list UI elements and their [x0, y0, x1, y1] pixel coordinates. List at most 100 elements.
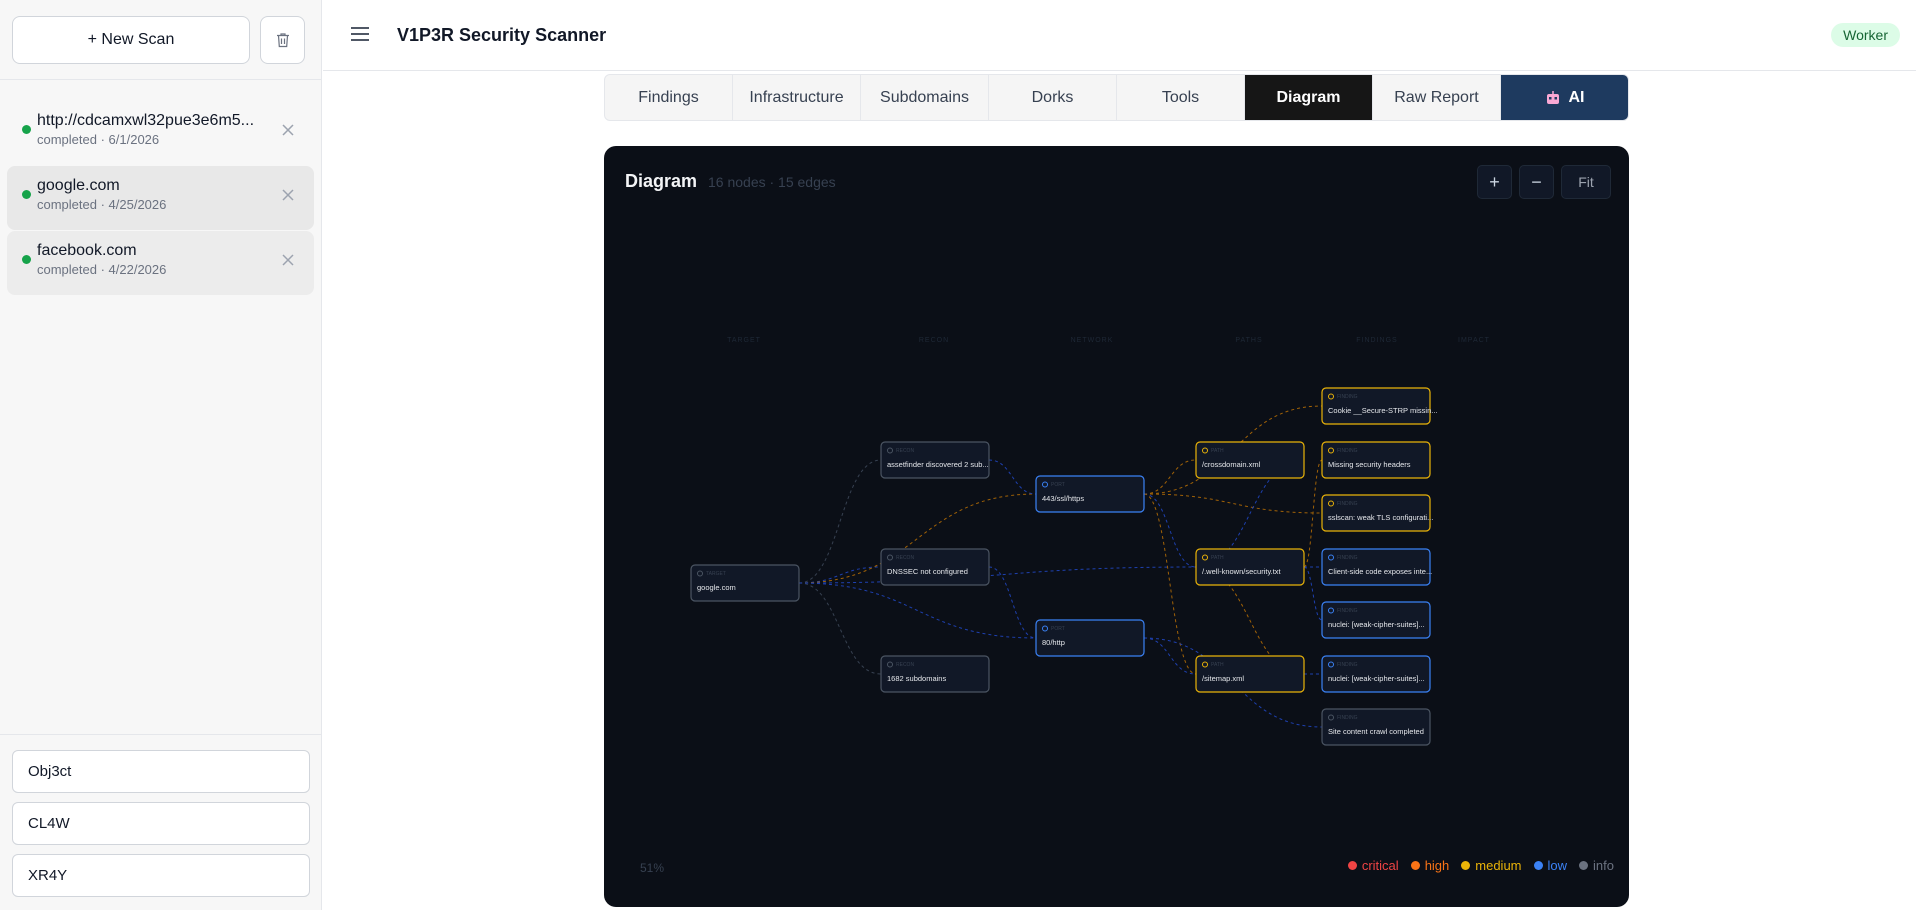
delete-all-button[interactable]	[260, 15, 305, 64]
graph-node-r1[interactable]: RECON assetfinder discovered 2 sub...	[880, 441, 990, 479]
node-label: sslscan: weak TLS configurati...	[1328, 513, 1433, 522]
status-dot	[22, 190, 31, 199]
node-label: 1682 subdomains	[887, 674, 946, 683]
menu-icon[interactable]	[351, 26, 369, 42]
scan-item[interactable]: http://cdcamxwl32pue3e6m5... completed ·…	[7, 101, 314, 165]
node-kind: FINDING	[1337, 394, 1358, 400]
node-kind: FINDING	[1337, 501, 1358, 507]
graph-node-path3[interactable]: PATH/sitemap.xml	[1195, 655, 1305, 693]
node-label: google.com	[697, 583, 736, 592]
tab-ai[interactable]: AI	[1501, 75, 1628, 120]
graph-node-path1[interactable]: PATH/crossdomain.xml	[1195, 441, 1305, 479]
node-label: Cookie __Secure-STRP missin...	[1328, 406, 1438, 415]
report-tabs: Findings Infrastructure Subdomains Dorks…	[604, 74, 1629, 121]
worker-badge: Worker	[1831, 23, 1900, 47]
graph-node-f1[interactable]: FINDING Cookie __Secure-STRP missin...	[1321, 387, 1438, 425]
close-icon[interactable]	[280, 187, 296, 203]
node-kind: PATH	[1211, 662, 1224, 668]
trash-icon	[276, 32, 289, 47]
graph-edge	[798, 566, 882, 584]
graph-edge	[988, 566, 1037, 639]
node-kind: RECON	[896, 555, 914, 561]
graph-node-f6[interactable]: FINDING nuclei: [weak-cipher-suites]...	[1321, 655, 1431, 693]
diagram-panel: Diagram 16 nodes · 15 edges + − Fit TARG…	[604, 146, 1629, 907]
diagram-canvas[interactable]: TARGET RECON NETWORK PATHS FINDINGS IMPACT TAR…	[604, 146, 1629, 907]
graph-node-f5[interactable]: FINDING nuclei: [weak-cipher-suites]...	[1321, 601, 1431, 639]
node-label: assetfinder discovered 2 sub...	[887, 460, 989, 469]
node-label: Missing security headers	[1328, 460, 1411, 469]
status-dot	[22, 255, 31, 264]
graph-node-target[interactable]: TARGET google.com	[690, 564, 800, 602]
graph-edge	[1143, 637, 1197, 675]
graph-node-p443[interactable]: PORT 443/ssl/https	[1035, 475, 1145, 513]
legend-high: high	[1410, 858, 1449, 873]
top-header: V1P3R Security Scanner Worker	[323, 0, 1916, 71]
graph-edge	[798, 459, 882, 584]
robot-icon	[1546, 90, 1559, 104]
column-label: FINDINGS	[1356, 337, 1397, 344]
node-label: 80/http	[1042, 638, 1065, 647]
tab-tools[interactable]: Tools	[1117, 75, 1245, 120]
new-scan-label: + New Scan	[87, 30, 175, 48]
node-label: /sitemap.xml	[1202, 674, 1244, 683]
legend-medium: medium	[1461, 858, 1522, 873]
node-label: DNSSEC not configured	[887, 567, 968, 576]
tab-dorks[interactable]: Dorks	[989, 75, 1117, 120]
graph-node-f2[interactable]: FINDING Missing security headers	[1321, 441, 1431, 479]
node-kind: FINDING	[1337, 608, 1358, 614]
zoom-level: 51%	[640, 861, 665, 875]
graph-node-r3[interactable]: RECON 1682 subdomains	[880, 655, 990, 693]
graph-edge	[1143, 493, 1197, 568]
tab-diagram[interactable]: Diagram	[1245, 75, 1373, 120]
new-scan-button[interactable]: + New Scan	[12, 15, 250, 64]
node-kind: PATH	[1211, 555, 1224, 561]
node-kind: PORT	[1051, 626, 1065, 632]
legend-info: info	[1579, 858, 1614, 873]
sidebar-footer: Obj3ct CL4W XR4Y	[0, 734, 322, 910]
profile-field-xr4y[interactable]: XR4Y	[12, 854, 310, 897]
column-label: RECON	[919, 337, 949, 344]
scan-name: http://cdcamxwl32pue3e6m5...	[37, 112, 255, 129]
graph-edge	[798, 582, 882, 675]
graph-edge	[1143, 493, 1197, 675]
tab-findings[interactable]: Findings	[605, 75, 733, 120]
profile-field-cl4w[interactable]: CL4W	[12, 802, 310, 845]
column-label: TARGET	[727, 337, 761, 344]
node-kind: FINDING	[1337, 715, 1358, 721]
tab-infrastructure[interactable]: Infrastructure	[733, 75, 861, 120]
graph-edge	[1143, 459, 1197, 495]
scan-meta: completed · 6/1/2026	[37, 132, 160, 147]
node-label: Client-side code exposes inte...	[1328, 567, 1432, 576]
graph-node-f4[interactable]: FINDING Client-side code exposes inte...	[1321, 548, 1432, 586]
graph-node-path2[interactable]: PATH /.well-known/security.txt	[1195, 548, 1305, 586]
column-label: PATHS	[1235, 337, 1262, 344]
node-label: Site content crawl completed	[1328, 727, 1424, 736]
scan-meta: completed · 4/25/2026	[37, 197, 167, 212]
app-title: V1P3R Security Scanner	[397, 25, 607, 45]
scan-item[interactable]: google.com completed · 4/25/2026	[7, 166, 314, 230]
graph-node-f7[interactable]: FINDING Site content crawl completed	[1321, 708, 1431, 746]
node-label: 443/ssl/https	[1042, 494, 1084, 503]
tab-raw-report[interactable]: Raw Report	[1373, 75, 1501, 120]
graph-node-f3[interactable]: FINDING sslscan: weak TLS configurati...	[1321, 494, 1433, 532]
column-label: IMPACT	[1458, 337, 1490, 344]
profile-field-obj3ct[interactable]: Obj3ct	[12, 750, 310, 793]
scan-item[interactable]: facebook.com completed · 4/22/2026	[7, 231, 314, 295]
node-kind: FINDING	[1337, 555, 1358, 561]
severity-legend: critical high medium low info	[1347, 858, 1614, 873]
node-kind: RECON	[896, 662, 914, 668]
node-kind: FINDING	[1337, 662, 1358, 668]
node-kind: PATH	[1211, 448, 1224, 454]
graph-node-p80[interactable]: PORT 80/http	[1035, 619, 1145, 657]
close-icon[interactable]	[280, 122, 296, 138]
node-label: /.well-known/security.txt	[1202, 567, 1282, 576]
scan-list: http://cdcamxwl32pue3e6m5... completed ·…	[0, 80, 321, 295]
close-icon[interactable]	[280, 252, 296, 268]
scan-name: facebook.com	[37, 242, 137, 259]
status-dot	[22, 125, 31, 134]
column-label: NETWORK	[1071, 337, 1114, 344]
node-label: /crossdomain.xml	[1202, 460, 1261, 469]
tab-subdomains[interactable]: Subdomains	[861, 75, 989, 120]
graph-node-r2[interactable]: RECON DNSSEC not configured	[880, 548, 990, 586]
node-label: nuclei: [weak-cipher-suites]...	[1328, 674, 1425, 683]
